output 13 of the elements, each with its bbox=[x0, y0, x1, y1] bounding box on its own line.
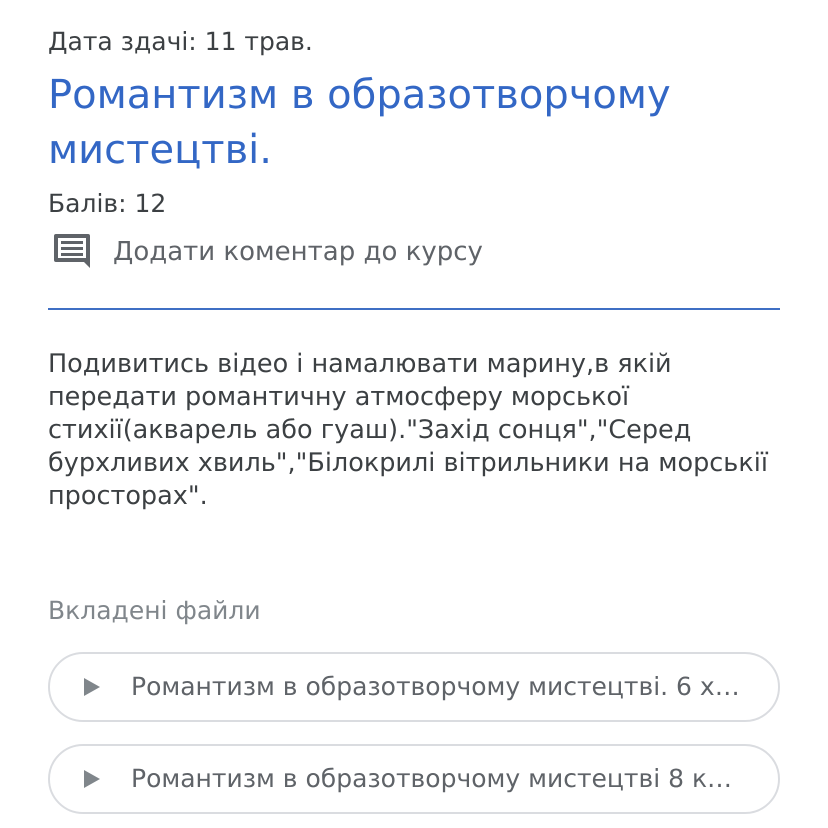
attachment-chip[interactable]: Романтизм в образотворчому мистецтві 8 к… bbox=[48, 744, 780, 814]
add-comment-label: Додати коментар до курсу bbox=[113, 236, 483, 268]
attachments-heading: Вкладені файли bbox=[48, 595, 261, 627]
assignment-description: Подивитись відео і намалювати марину,в якій передати романтичну атмосферу морської стихії(акварель або гуаш)."Захід сонця","Серед бурхливих хвиль","Білокрилі вітрильники на морськії просторах". bbox=[48, 348, 770, 513]
play-icon bbox=[84, 678, 100, 696]
attachment-name: Романтизм в образотворчому мистецтві 8 к… bbox=[131, 763, 732, 796]
points: Балів: 12 bbox=[48, 188, 166, 220]
play-icon bbox=[84, 770, 100, 788]
assignment-title: Романтизм в образотворчому мистецтві. bbox=[48, 71, 672, 175]
attachment-name: Романтизм в образотворчому мистецтві. 6 х… bbox=[131, 671, 740, 704]
add-comment-link[interactable]: Додати коментар до курсу bbox=[48, 232, 483, 272]
due-date: Дата здачі: 11 трав. bbox=[48, 26, 313, 58]
attachment-chip[interactable]: Романтизм в образотворчому мистецтві. 6 х… bbox=[48, 652, 780, 722]
